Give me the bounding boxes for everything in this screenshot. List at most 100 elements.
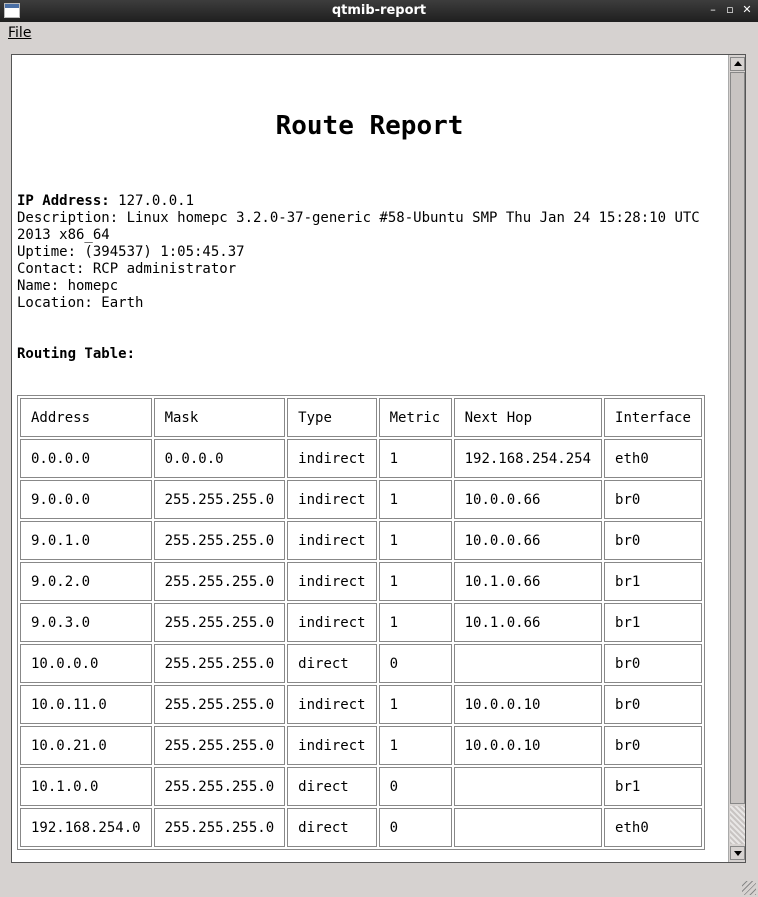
cell-metric: 0 — [378, 808, 452, 847]
cell-next-hop: 10.1.0.66 — [453, 562, 603, 601]
cell-mask: 255.255.255.0 — [153, 480, 286, 519]
cell-address: 9.0.2.0 — [20, 562, 152, 601]
uptime-line: Uptime: (394537) 1:05:45.37 — [17, 244, 245, 260]
cell-interface: br1 — [604, 562, 702, 601]
scroll-down-arrow-icon[interactable] — [730, 846, 745, 860]
scrollbar-track[interactable] — [730, 806, 745, 844]
cell-type: indirect — [287, 521, 377, 560]
cell-next-hop — [453, 644, 603, 683]
routing-table: Address Mask Type Metric Next Hop Interf… — [17, 395, 705, 850]
cell-type: indirect — [287, 480, 377, 519]
scroll-up-arrow-icon[interactable] — [730, 57, 745, 71]
cell-interface: br0 — [604, 726, 702, 765]
cell-next-hop: 10.0.0.10 — [453, 685, 603, 724]
cell-next-hop: 10.0.0.66 — [453, 480, 603, 519]
ip-address-line: IP Address: 127.0.0.1 — [17, 193, 722, 210]
cell-mask: 255.255.255.0 — [153, 603, 286, 642]
cell-metric: 1 — [378, 685, 452, 724]
cell-interface: eth0 — [604, 808, 702, 847]
cell-interface: br1 — [604, 767, 702, 806]
column-header-address: Address — [20, 398, 152, 437]
cell-type: indirect — [287, 562, 377, 601]
cell-next-hop: 10.0.0.66 — [453, 521, 603, 560]
close-icon[interactable]: ✕ — [740, 3, 754, 17]
table-row: 0.0.0.0 0.0.0.0 indirect 1 192.168.254.2… — [20, 439, 702, 478]
cell-mask: 255.255.255.0 — [153, 521, 286, 560]
report-title: Route Report — [275, 111, 464, 141]
routing-table-label: Routing Table: — [17, 346, 136, 362]
name-line: Name: homepc — [17, 278, 119, 294]
cell-metric: 1 — [378, 480, 452, 519]
column-header-mask: Mask — [153, 398, 286, 437]
cell-interface: br0 — [604, 521, 702, 560]
cell-mask: 255.255.255.0 — [153, 685, 286, 724]
cell-address: 10.0.0.0 — [20, 644, 152, 683]
cell-address: 9.0.1.0 — [20, 521, 152, 560]
cell-metric: 0 — [378, 644, 452, 683]
table-row: 192.168.254.0 255.255.255.0 direct 0 eth… — [20, 808, 702, 847]
cell-mask: 255.255.255.0 — [153, 808, 286, 847]
cell-address: 10.0.11.0 — [20, 685, 152, 724]
scrollbar-thumb[interactable] — [730, 72, 745, 804]
table-row: 9.0.3.0 255.255.255.0 indirect 1 10.1.0.… — [20, 603, 702, 642]
report-content: Route Report IP Address: 127.0.0.1 Descr… — [12, 55, 727, 862]
ip-address-label: IP Address: — [17, 193, 110, 209]
cell-type: indirect — [287, 603, 377, 642]
column-header-interface: Interface — [604, 398, 702, 437]
resize-grip-icon[interactable] — [742, 881, 756, 895]
cell-interface: br0 — [604, 685, 702, 724]
cell-next-hop: 192.168.254.254 — [453, 439, 603, 478]
cell-interface: eth0 — [604, 439, 702, 478]
cell-next-hop — [453, 767, 603, 806]
column-header-metric: Metric — [378, 398, 452, 437]
table-row: 9.0.1.0 255.255.255.0 indirect 1 10.0.0.… — [20, 521, 702, 560]
cell-address: 9.0.3.0 — [20, 603, 152, 642]
cell-type: direct — [287, 644, 377, 683]
cell-type: direct — [287, 767, 377, 806]
cell-mask: 255.255.255.0 — [153, 726, 286, 765]
ip-address-value: 127.0.0.1 — [118, 193, 195, 209]
cell-type: indirect — [287, 685, 377, 724]
maximize-icon[interactable]: ▫ — [723, 3, 737, 17]
cell-mask: 255.255.255.0 — [153, 644, 286, 683]
table-header-row: Address Mask Type Metric Next Hop Interf… — [20, 398, 702, 437]
table-row: 10.1.0.0 255.255.255.0 direct 0 br1 — [20, 767, 702, 806]
menu-file-label: File — [8, 25, 32, 41]
minimize-icon[interactable]: – — [706, 3, 720, 17]
cell-mask: 0.0.0.0 — [153, 439, 286, 478]
cell-type: direct — [287, 808, 377, 847]
cell-address: 192.168.254.0 — [20, 808, 152, 847]
cell-metric: 1 — [378, 603, 452, 642]
description-line: Description: Linux homepc 3.2.0-37-gener… — [17, 210, 700, 243]
cell-interface: br0 — [604, 644, 702, 683]
cell-address: 10.0.21.0 — [20, 726, 152, 765]
table-row: 10.0.11.0 255.255.255.0 indirect 1 10.0.… — [20, 685, 702, 724]
cell-metric: 1 — [378, 439, 452, 478]
cell-next-hop — [453, 808, 603, 847]
cell-interface: br0 — [604, 480, 702, 519]
window-title: qtmib-report — [331, 3, 427, 18]
column-header-next-hop: Next Hop — [453, 398, 603, 437]
table-row: 9.0.2.0 255.255.255.0 indirect 1 10.1.0.… — [20, 562, 702, 601]
cell-type: indirect — [287, 726, 377, 765]
menu-file[interactable]: File — [8, 25, 31, 41]
table-row: 10.0.21.0 255.255.255.0 indirect 1 10.0.… — [20, 726, 702, 765]
cell-mask: 255.255.255.0 — [153, 767, 286, 806]
vertical-scrollbar[interactable] — [728, 55, 745, 862]
cell-next-hop: 10.1.0.66 — [453, 603, 603, 642]
column-header-type: Type — [287, 398, 377, 437]
cell-metric: 1 — [378, 562, 452, 601]
cell-address: 9.0.0.0 — [20, 480, 152, 519]
cell-next-hop: 10.0.0.10 — [453, 726, 603, 765]
menu-bar: File — [0, 22, 758, 44]
title-bar: qtmib-report – ▫ ✕ — [0, 0, 758, 22]
contact-line: Contact: RCP administrator — [17, 261, 237, 277]
cell-interface: br1 — [604, 603, 702, 642]
location-line: Location: Earth — [17, 295, 144, 311]
cell-metric: 0 — [378, 767, 452, 806]
device-info: IP Address: 127.0.0.1 Description: Linux… — [17, 193, 722, 312]
report-view[interactable]: Route Report IP Address: 127.0.0.1 Descr… — [11, 54, 746, 863]
table-row: 10.0.0.0 255.255.255.0 direct 0 br0 — [20, 644, 702, 683]
cell-type: indirect — [287, 439, 377, 478]
cell-address: 10.1.0.0 — [20, 767, 152, 806]
